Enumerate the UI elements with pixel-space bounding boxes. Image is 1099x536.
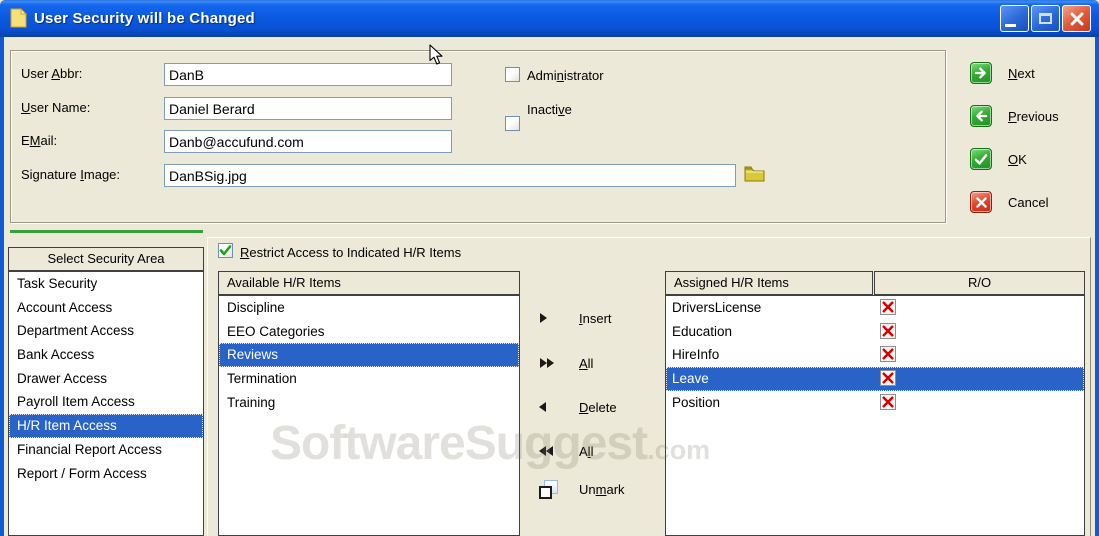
insert-all-label: All [579,355,594,371]
assigned-item[interactable]: Position [666,391,1084,415]
available-items-list: Discipline EEO Categories Reviews Termin… [218,295,520,536]
triangle-right-icon [533,313,579,323]
readonly-x-icon[interactable] [880,370,896,387]
maximize-icon [1039,13,1052,24]
security-area-list: Task Security Account Access Department … [8,271,204,536]
ok-label: OK [1008,151,1027,167]
checkmark-icon [219,245,232,256]
signature-image-input[interactable] [164,164,736,187]
previous-label: Previous [1008,108,1059,124]
check-icon [970,148,992,170]
title-bar: User Security will be Changed [0,0,1099,37]
cancel-button[interactable]: Cancel [970,191,1048,213]
readonly-x-icon[interactable] [880,393,896,410]
unmark-square-icon [533,479,579,499]
security-area-item[interactable]: Account Access [9,296,203,320]
user-abbr-input[interactable] [164,63,452,86]
user-info-panel: User Abbr: User Name: EMail: Signature I… [10,50,946,223]
delete-label: Delete [579,399,617,415]
available-item-selected[interactable]: Reviews [219,343,519,368]
window-title: User Security will be Changed [34,10,255,27]
available-item[interactable]: EEO Categories [219,320,519,344]
available-item[interactable]: Training [219,391,519,415]
insert-button[interactable]: Insert [533,306,612,330]
available-item[interactable]: Termination [219,367,519,391]
window-border-right [1095,37,1099,536]
close-button[interactable] [1062,5,1091,32]
readonly-x-icon[interactable] [880,299,896,315]
next-label: Next [1008,65,1035,81]
available-items-header: Available H/R Items [218,271,520,295]
arrow-right-icon [970,62,992,84]
double-triangle-left-icon [533,446,579,456]
available-item[interactable]: Discipline [219,296,519,320]
assigned-items-header: Assigned H/R Items [665,271,873,295]
assigned-items-list: DriversLicense Education HireInfo Leave … [665,295,1085,536]
document-icon [10,8,27,28]
assigned-item[interactable]: Education [666,320,1084,344]
insert-all-button[interactable]: All [533,351,593,375]
assigned-item-selected[interactable]: Leave [666,367,1084,391]
email-input[interactable] [164,130,452,153]
unmark-label: Unmark [579,481,625,497]
next-button[interactable]: Next [970,62,1035,84]
cancel-label: Cancel [1008,194,1049,210]
delete-all-label: All [579,443,594,459]
readonly-x-icon[interactable] [880,346,896,363]
green-divider [10,230,203,233]
delete-all-button[interactable]: All [533,439,593,463]
user-name-input[interactable] [164,97,452,120]
window-border-left [0,37,4,536]
insert-label: Insert [579,310,612,326]
inactive-label: Inactive [527,102,572,117]
readonly-column-header: R/O [874,271,1085,295]
security-area-item[interactable]: Department Access [9,319,203,343]
inactive-checkbox[interactable] [505,116,520,131]
arrow-left-icon [970,105,992,127]
assigned-item[interactable]: DriversLicense [666,296,1084,320]
restrict-access-checkbox[interactable] [218,243,233,258]
security-area-item[interactable]: Bank Access [9,343,203,367]
triangle-left-icon [533,402,579,412]
ok-button[interactable]: OK [970,148,1027,170]
security-area-header: Select Security Area [8,247,204,271]
signature-image-label: Signature Image: [21,167,121,182]
administrator-checkbox[interactable] [505,67,520,82]
minimize-icon [1005,23,1016,27]
security-area-item[interactable]: Report / Form Access [9,462,203,486]
administrator-label: Administrator [527,68,604,83]
mouse-cursor-icon [429,44,443,65]
user-abbr-label: User Abbr: [21,66,83,81]
security-area-item[interactable]: Drawer Access [9,367,203,391]
security-area-item[interactable]: Financial Report Access [9,438,203,462]
security-area-item-selected[interactable]: H/R Item Access [9,414,203,438]
double-triangle-right-icon [533,358,579,368]
previous-button[interactable]: Previous [970,105,1059,127]
restrict-access-label: Restrict Access to Indicated H/R Items [240,245,462,260]
user-name-label: User Name: [21,100,91,115]
minimize-button[interactable] [1000,5,1029,32]
security-area-item[interactable]: Payroll Item Access [9,390,203,414]
folder-icon[interactable] [744,165,765,182]
delete-button[interactable]: Delete [533,395,617,419]
unmark-button[interactable]: Unmark [533,477,625,501]
readonly-x-icon[interactable] [880,322,896,339]
maximize-button[interactable] [1031,5,1060,32]
cross-icon [970,191,992,213]
email-label: EMail: [21,133,58,148]
close-icon [1070,12,1083,25]
assigned-item[interactable]: HireInfo [666,343,1084,367]
security-area-item[interactable]: Task Security [9,272,203,296]
